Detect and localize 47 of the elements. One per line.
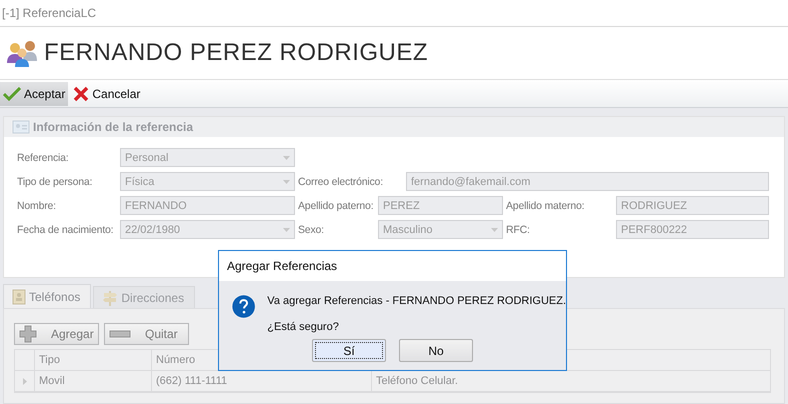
caret-icon (283, 156, 290, 160)
input-field[interactable]: fernando@fakemail.com (406, 172, 769, 191)
accept-button[interactable]: Aceptar (0, 82, 68, 106)
field-label: Apellido materno: (505, 198, 584, 214)
field-label: Fecha de nacimiento: (16, 222, 114, 238)
id-card-icon (12, 120, 30, 134)
cancel-button[interactable]: Cancelar (70, 82, 144, 106)
field-label: Sexo: (297, 222, 324, 238)
window-title: [-1] ReferenciaLC (2, 6, 96, 20)
input-field[interactable]: PERF800222 (616, 220, 769, 239)
field-label: Referencia: (16, 150, 68, 166)
dialog-button[interactable]: Sí (312, 339, 386, 362)
phonebook-icon (12, 288, 26, 304)
table-cell: Movil (34, 371, 151, 391)
field-label: Nombre: (16, 198, 56, 214)
remove-button[interactable]: Quitar (104, 323, 189, 345)
dialog-message: Va agregar Referencias - FERNANDO PEREZ RODRIGUEZ. (267, 295, 566, 307)
input-field[interactable]: FERNANDO (120, 196, 295, 215)
tab[interactable]: Direcciones (93, 286, 196, 308)
plus-icon (19, 325, 37, 343)
row-indicator-icon (22, 378, 26, 384)
field-label: RFC: (505, 222, 530, 238)
people-icon (6, 39, 38, 67)
dropdown-field[interactable]: Masculino (378, 220, 503, 239)
checkmark-icon (3, 86, 21, 100)
tab[interactable]: Teléfonos (3, 284, 92, 308)
input-field[interactable]: PEREZ (378, 196, 503, 215)
column-header: Tipo (34, 350, 151, 370)
caret-icon (283, 180, 290, 184)
dropdown-field[interactable]: Física (120, 172, 295, 191)
person-name-title: FERNANDO PEREZ RODRIGUEZ (44, 39, 428, 67)
signpost-icon (102, 290, 118, 306)
dialog-question: ¿Está seguro? (267, 321, 340, 333)
add-button[interactable]: Agregar (14, 323, 99, 345)
close-icon (73, 86, 90, 102)
minus-icon (109, 330, 131, 338)
section-title: Información de la referencia (33, 120, 194, 134)
field-label: Tipo de persona: (16, 174, 92, 190)
dropdown-field[interactable]: Personal (120, 148, 295, 167)
dropdown-field[interactable]: 22/02/1980 (120, 220, 295, 239)
input-field[interactable]: RODRIGUEZ (616, 196, 769, 215)
dialog-button[interactable]: No (399, 339, 473, 362)
caret-icon (491, 228, 498, 232)
caret-icon (283, 228, 290, 232)
field-label: Correo electrónico: (297, 174, 383, 190)
dialog-title: Agregar Referencias (227, 259, 338, 273)
field-label: Apellido paterno: (297, 198, 374, 214)
